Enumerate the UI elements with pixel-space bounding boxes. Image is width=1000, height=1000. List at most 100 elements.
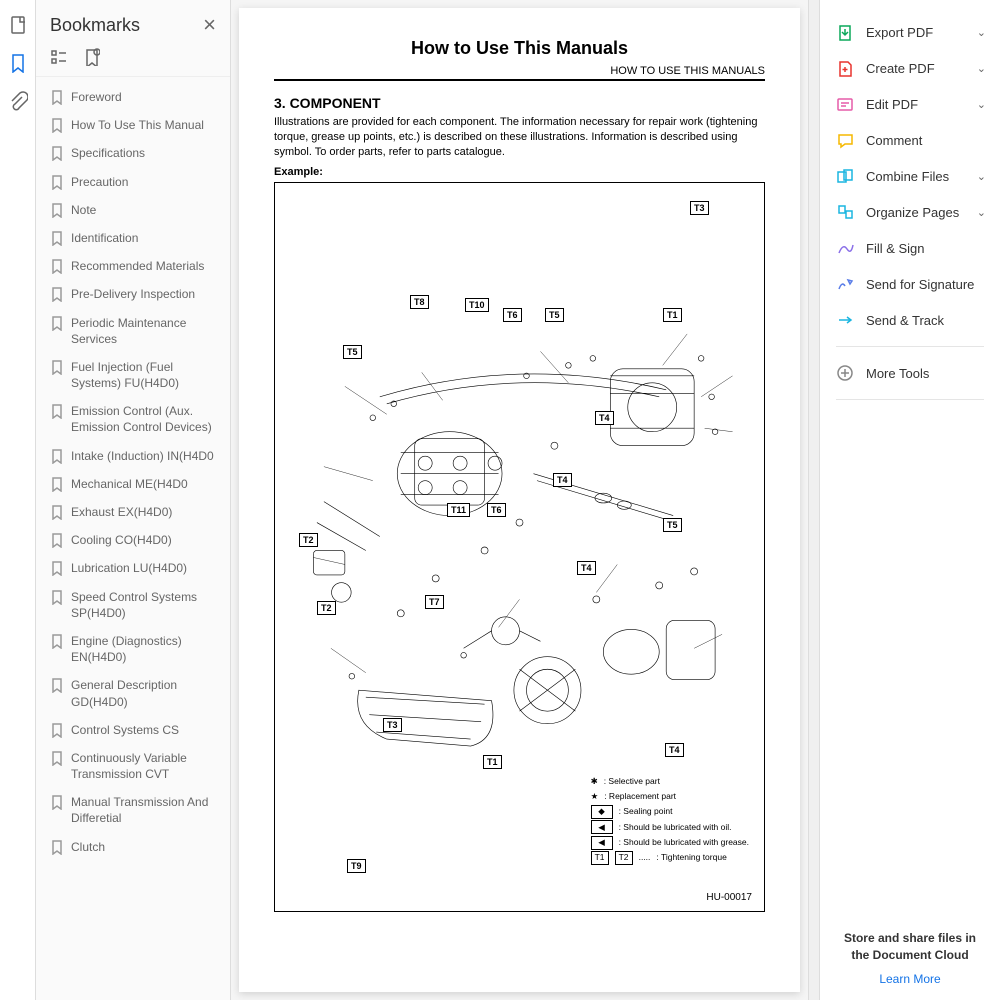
- bookmark-item[interactable]: Note: [40, 196, 228, 224]
- callout: T2: [317, 601, 336, 615]
- bookmark-icon: [50, 118, 63, 133]
- bookmark-item[interactable]: Periodic Maintenance Services: [40, 309, 228, 353]
- bookmark-icon: [50, 634, 63, 649]
- tool-item[interactable]: Fill & Sign: [820, 230, 1000, 266]
- bookmark-item[interactable]: Emission Control (Aux. Emission Control …: [40, 397, 228, 441]
- bookmark-item[interactable]: Mechanical ME(H4D0: [40, 470, 228, 498]
- bookmark-item[interactable]: Foreword: [40, 83, 228, 111]
- tool-item[interactable]: Edit PDF⌄: [820, 86, 1000, 122]
- bookmark-icon: [50, 590, 63, 605]
- callout: T4: [577, 561, 596, 575]
- list-view-icon[interactable]: [50, 48, 68, 66]
- right-panel: Export PDF⌄Create PDF⌄Edit PDF⌄CommentCo…: [820, 0, 1000, 1000]
- attachment-icon[interactable]: [8, 91, 28, 111]
- bookmark-item[interactable]: Cooling CO(H4D0): [40, 526, 228, 554]
- bookmark-item[interactable]: Clutch: [40, 833, 228, 861]
- callout: T8: [410, 295, 429, 309]
- bookmark-icon: [50, 533, 63, 548]
- bookmark-icon: [50, 360, 63, 375]
- tool-item[interactable]: Organize Pages⌄: [820, 194, 1000, 230]
- section-body: Illustrations are provided for each comp…: [274, 115, 765, 160]
- chevron-down-icon: ⌄: [977, 206, 986, 219]
- bookmark-icon: [50, 316, 63, 331]
- tool-icon: [836, 59, 854, 77]
- bookmark-item[interactable]: Specifications: [40, 139, 228, 167]
- chevron-down-icon: ⌄: [977, 98, 986, 111]
- tool-item[interactable]: Comment: [820, 122, 1000, 158]
- tool-item[interactable]: Combine Files⌄: [820, 158, 1000, 194]
- bookmark-item[interactable]: Precaution: [40, 168, 228, 196]
- bookmark-icon: [50, 795, 63, 810]
- document-area[interactable]: How to Use This Manuals HOW TO USE THIS …: [231, 0, 808, 1000]
- bookmark-item[interactable]: Exhaust EX(H4D0): [40, 498, 228, 526]
- bookmark-item[interactable]: Identification: [40, 224, 228, 252]
- tool-icon: [836, 23, 854, 41]
- bookmark-icon: [50, 175, 63, 190]
- bookmark-item[interactable]: How To Use This Manual: [40, 111, 228, 139]
- tool-item[interactable]: Export PDF⌄: [820, 14, 1000, 50]
- bookmark-item[interactable]: Recommended Materials: [40, 252, 228, 280]
- tool-icon: [836, 203, 854, 221]
- bookmark-item[interactable]: Engine (Diagnostics) EN(H4D0): [40, 627, 228, 671]
- callout: T5: [545, 308, 564, 322]
- callout: T6: [503, 308, 522, 322]
- bookmark-item[interactable]: Speed Control Systems SP(H4D0): [40, 583, 228, 627]
- bookmark-item[interactable]: General Description GD(H4D0): [40, 671, 228, 715]
- callout: T2: [299, 533, 318, 547]
- bookmark-icon: [50, 146, 63, 161]
- chevron-down-icon: ⌄: [977, 26, 986, 39]
- bookmark-icon: [50, 723, 63, 738]
- callout: T6: [487, 503, 506, 517]
- bookmark-icon: [50, 90, 63, 105]
- page-thumbnails-icon[interactable]: [8, 15, 28, 35]
- bookmark-icon: [50, 561, 63, 576]
- bookmark-icon: [50, 751, 63, 766]
- bookmark-item[interactable]: Fuel Injection (Fuel Systems) FU(H4D0): [40, 353, 228, 397]
- close-panel-button[interactable]: ×: [203, 12, 216, 38]
- callout: T11: [447, 503, 470, 517]
- example-label: Example:: [274, 166, 765, 178]
- bookmark-icon: [50, 404, 63, 419]
- bookmark-icon: [50, 449, 63, 464]
- bookmarks-panel: Bookmarks × ForewordHow To Use This Manu…: [36, 0, 231, 1000]
- bookmark-options-icon[interactable]: [82, 48, 100, 66]
- bookmark-list[interactable]: ForewordHow To Use This ManualSpecificat…: [36, 77, 230, 1000]
- tool-icon: [836, 311, 854, 329]
- callout: T7: [425, 595, 444, 609]
- cloud-promo: Store and share files in the Document Cl…: [820, 912, 1000, 972]
- callout: T10: [465, 298, 489, 312]
- bookmark-icon: [50, 477, 63, 492]
- chevron-down-icon: ⌄: [977, 170, 986, 183]
- tool-item[interactable]: Create PDF⌄: [820, 50, 1000, 86]
- tool-icon: [836, 364, 854, 382]
- callout: T4: [665, 743, 684, 757]
- bookmark-item[interactable]: Intake (Induction) IN(H4D0: [40, 442, 228, 470]
- bookmark-item[interactable]: Pre-Delivery Inspection: [40, 280, 228, 308]
- tool-icon: [836, 131, 854, 149]
- section-heading: 3. COMPONENT: [274, 95, 765, 111]
- bookmark-item[interactable]: Control Systems CS: [40, 716, 228, 744]
- bookmark-item[interactable]: Manual Transmission And Differetial: [40, 788, 228, 832]
- callout: T3: [383, 718, 402, 732]
- learn-more-link[interactable]: Learn More: [820, 972, 1000, 986]
- pdf-page: How to Use This Manuals HOW TO USE THIS …: [239, 8, 800, 992]
- component-diagram: T3 T2 T3 T8 T6 T5 T10 T5 T1 T3 T3 T4 T4 …: [274, 182, 765, 912]
- bookmark-icon: [50, 287, 63, 302]
- page-title: How to Use This Manuals: [274, 38, 765, 59]
- tool-item[interactable]: Send & Track: [820, 302, 1000, 338]
- page-header-right: HOW TO USE THIS MANUALS: [274, 65, 765, 81]
- diagram-id: HU-00017: [706, 892, 752, 903]
- diagram-legend: ✱: Selective part ★: Replacement part ◆:…: [591, 774, 749, 866]
- callout: T4: [553, 473, 572, 487]
- tool-item[interactable]: Send for Signature: [820, 266, 1000, 302]
- callout: T5: [343, 345, 362, 359]
- bookmark-item[interactable]: Lubrication LU(H4D0): [40, 554, 228, 582]
- callout: T9: [347, 859, 366, 873]
- tool-icon: [836, 275, 854, 293]
- bookmark-icon: [50, 259, 63, 274]
- bookmark-item[interactable]: Continuously Variable Transmission CVT: [40, 744, 228, 788]
- bookmark-ribbon-icon[interactable]: [8, 53, 28, 73]
- tool-item[interactable]: More Tools: [820, 355, 1000, 391]
- bookmark-icon: [50, 231, 63, 246]
- scrollbar[interactable]: [808, 0, 820, 1000]
